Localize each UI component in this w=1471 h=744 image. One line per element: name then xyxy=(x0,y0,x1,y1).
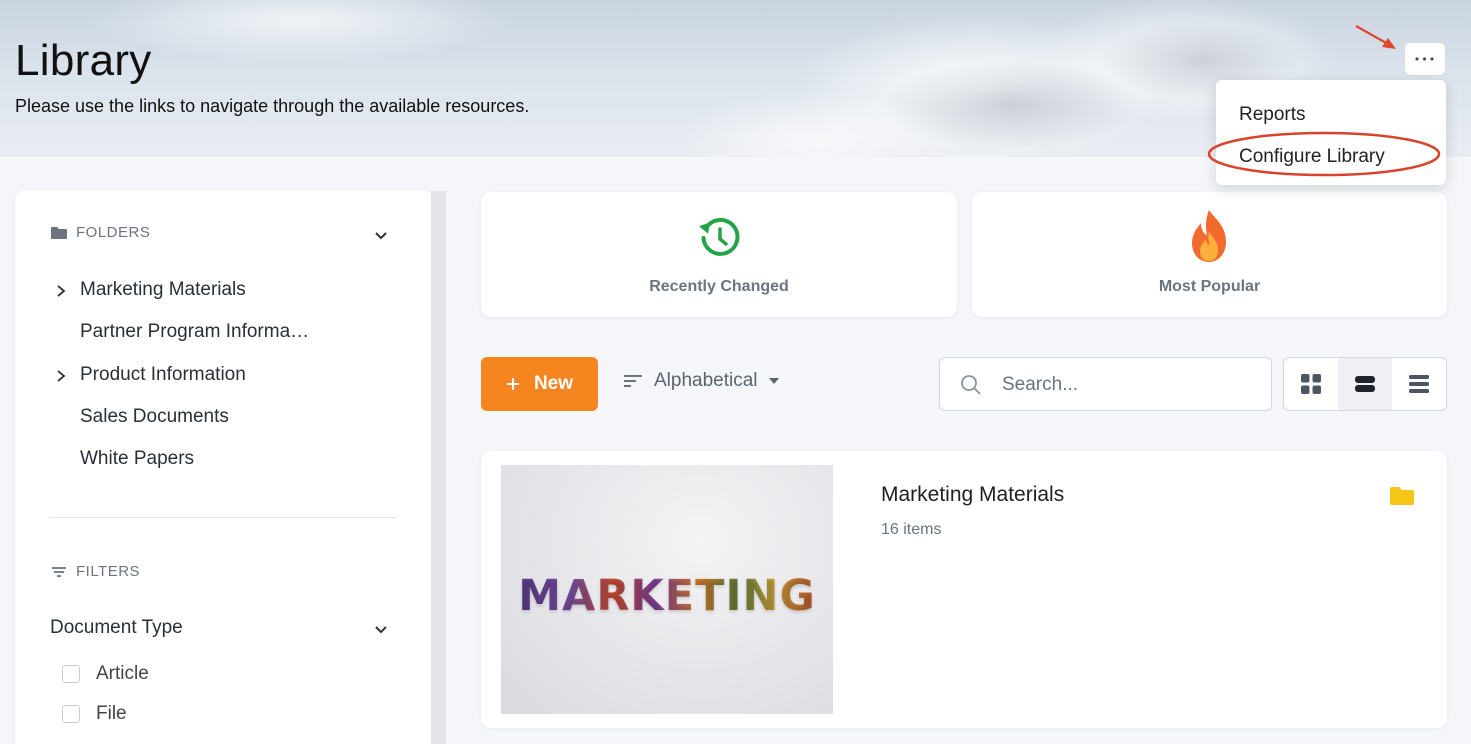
folder-card-marketing-materials[interactable]: MARKETING Marketing Materials 16 items xyxy=(481,451,1447,728)
cloud-shade xyxy=(880,60,1140,150)
folder-item-partner-program[interactable]: Partner Program Informa… xyxy=(80,321,309,343)
card-view-button[interactable] xyxy=(1338,358,1392,410)
annotation-arrow-icon xyxy=(1355,25,1396,49)
more-options-menu: Reports Configure Library xyxy=(1216,80,1446,185)
sort-label: Alphabetical xyxy=(654,370,758,391)
folder-thumbnail: MARKETING xyxy=(501,465,833,714)
folders-heading: FOLDERS xyxy=(50,224,150,241)
list-view-button[interactable] xyxy=(1392,358,1446,410)
chevron-right-icon[interactable] xyxy=(55,369,67,383)
caret-down-icon xyxy=(768,378,779,384)
filter-icon xyxy=(52,566,66,577)
flame-icon xyxy=(1192,210,1226,262)
recently-changed-card[interactable]: Recently Changed xyxy=(481,192,957,317)
filter-option-label: Article xyxy=(96,663,149,684)
sidebar-divider xyxy=(49,517,397,518)
list-view-icon xyxy=(1409,375,1429,393)
search-box[interactable] xyxy=(939,357,1272,411)
grid-view-icon xyxy=(1301,374,1321,394)
filters-heading: FILTERS xyxy=(50,563,140,580)
clock-history-icon xyxy=(698,217,740,256)
sidebar-scrollbar[interactable] xyxy=(431,191,446,744)
chevron-right-icon[interactable] xyxy=(55,284,67,298)
filter-option-label: File xyxy=(96,703,127,724)
most-popular-card[interactable]: Most Popular xyxy=(972,192,1447,317)
folders-heading-label: FOLDERS xyxy=(76,224,151,241)
most-popular-label: Most Popular xyxy=(1158,278,1261,295)
page-subtitle: Please use the links to navigate through… xyxy=(15,96,530,116)
filter-option-article[interactable]: Article xyxy=(62,663,149,685)
grid-view-button[interactable] xyxy=(1284,358,1338,410)
document-type-filter-title[interactable]: Document Type xyxy=(50,617,183,639)
filter-option-file[interactable]: File xyxy=(62,703,127,725)
search-icon xyxy=(961,375,981,395)
thumbnail-word: MARKETING xyxy=(518,570,816,621)
folder-item-product-information[interactable]: Product Information xyxy=(80,364,246,386)
folder-title[interactable]: Marketing Materials xyxy=(881,483,1064,507)
folders-collapse-chevron-icon[interactable] xyxy=(373,228,389,244)
sort-dropdown[interactable]: Alphabetical xyxy=(622,370,780,392)
folder-icon xyxy=(1390,487,1414,505)
folder-item-sales-documents[interactable]: Sales Documents xyxy=(80,406,229,428)
sort-icon xyxy=(624,375,642,387)
plus-icon xyxy=(506,378,519,390)
search-input[interactable] xyxy=(1002,370,1257,400)
folder-item-marketing-materials[interactable]: Marketing Materials xyxy=(80,279,246,301)
article-checkbox[interactable] xyxy=(62,665,80,683)
folder-icon xyxy=(51,226,67,239)
page-title: Library xyxy=(15,36,152,85)
more-options-icon: ••• xyxy=(1413,52,1437,66)
sidebar: FOLDERS Marketing Materials Partner Prog… xyxy=(15,191,433,744)
folder-item-white-papers[interactable]: White Papers xyxy=(80,448,194,470)
menu-item-configure-library[interactable]: Configure Library xyxy=(1216,136,1446,178)
document-type-chevron-icon[interactable] xyxy=(373,622,389,638)
file-checkbox[interactable] xyxy=(62,705,80,723)
new-button-label: New xyxy=(533,373,574,394)
more-options-button[interactable]: ••• xyxy=(1404,42,1446,76)
folder-item-count: 16 items xyxy=(881,521,942,538)
card-view-icon xyxy=(1355,376,1375,392)
view-mode-toggle xyxy=(1283,357,1447,411)
new-button[interactable]: New xyxy=(481,357,598,411)
menu-item-reports[interactable]: Reports xyxy=(1216,94,1446,136)
recently-changed-label: Recently Changed xyxy=(649,278,789,295)
filters-heading-label: FILTERS xyxy=(76,563,141,580)
